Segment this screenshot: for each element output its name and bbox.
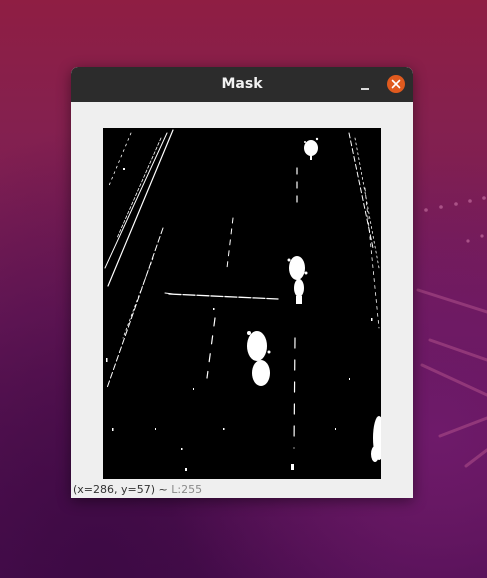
status-coordinates: (x=286, y=57) ~ <box>73 483 168 496</box>
minimize-icon <box>361 88 369 90</box>
minimize-button[interactable] <box>356 76 374 94</box>
close-x-icon <box>391 79 401 89</box>
close-button[interactable] <box>387 75 405 93</box>
mask-window: Mask (x=286, y=57) ~ L:255 <box>71 67 413 498</box>
mask-image-content <box>103 128 381 479</box>
mask-image[interactable] <box>103 128 381 479</box>
status-pixel-level: L:255 <box>171 483 203 496</box>
title-bar[interactable]: Mask <box>71 67 413 102</box>
status-bar: (x=286, y=57) ~ L:255 <box>71 481 413 498</box>
